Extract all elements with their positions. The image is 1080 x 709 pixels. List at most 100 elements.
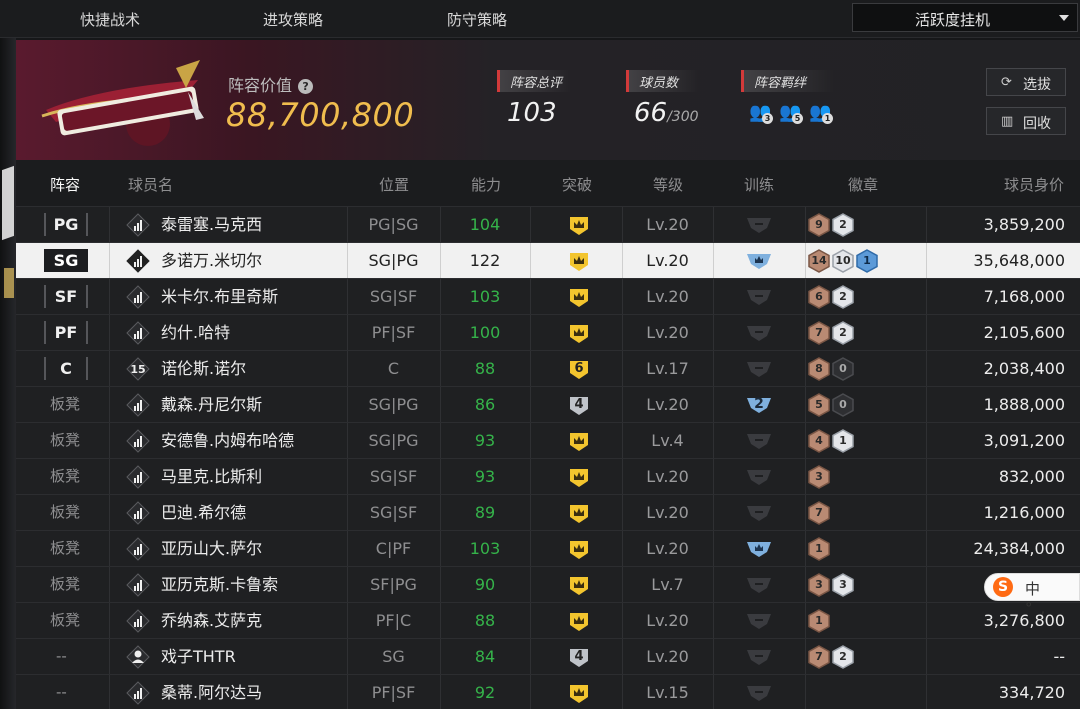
badge-bronze[interactable]: 1 [808, 537, 830, 561]
col-badges[interactable]: 徽章 [848, 174, 878, 195]
col-level[interactable]: 等级 [653, 174, 683, 195]
table-row[interactable]: C 15 诺伦斯.诺尔 C 88 6 Lv.17 8 0 2,038,400 [16, 350, 1080, 386]
player-name[interactable]: 米卡尔.布里奇斯 [161, 279, 278, 314]
column-divider [926, 567, 927, 602]
player-level: Lv.4 [651, 431, 684, 450]
table-row[interactable]: 板凳 戴森.丹尼尔斯 SG|PG 86 4 Lv.20 2 5 0 1,888,000 [16, 386, 1080, 422]
badge-bronze[interactable]: 14 [808, 249, 830, 273]
player-name[interactable]: 桑蒂.阿尔达马 [161, 675, 262, 709]
column-divider [109, 639, 110, 674]
badge-bronze[interactable]: 5 [808, 393, 830, 417]
badge-dark[interactable]: 0 [832, 357, 854, 381]
stats-bars-icon [126, 393, 150, 417]
table-row[interactable]: 板凳 安德鲁.内姆布哈德 SG|PG 93 Lv.4 4 1 3,091,200 [16, 422, 1080, 458]
player-name[interactable]: 亚历山大.萨尔 [161, 531, 262, 566]
col-lineup[interactable]: 阵容 [50, 174, 80, 195]
bond-icon-gold[interactable]: 👥 1 [809, 102, 835, 124]
activity-dropdown[interactable]: 活跃度挂机 [852, 3, 1078, 32]
table-row[interactable]: -- 桑蒂.阿尔达马 PF|SF 92 Lv.15 334,720 [16, 674, 1080, 709]
column-divider [530, 423, 531, 458]
tab-defense-strategy[interactable]: 防守策略 [447, 9, 507, 30]
player-ability: 93 [474, 467, 496, 486]
table-row[interactable]: PG 泰雷塞.马克西 PG|SG 104 Lv.20 9 2 3,859,200 [16, 206, 1080, 242]
badge-silver[interactable]: 2 [832, 321, 854, 345]
column-divider [805, 279, 806, 314]
badge-list: 50 [808, 393, 854, 417]
player-name[interactable]: 安德鲁.内姆布哈德 [161, 423, 294, 458]
table-row[interactable]: -- 戏子THTR SG 84 4 Lv.20 7 2 -- [16, 638, 1080, 674]
player-position: C [387, 359, 400, 378]
table-row[interactable]: 板凳 乔纳森.艾萨克 PF|C 88 Lv.20 1 3,276,800 [16, 602, 1080, 638]
badge-silver[interactable]: 2 [832, 645, 854, 669]
tab-quick-tactics[interactable]: 快捷战术 [80, 9, 140, 30]
player-name[interactable]: 诺伦斯.诺尔 [161, 351, 246, 386]
badge-silver[interactable]: 2 [832, 213, 854, 237]
crown-icon [570, 685, 588, 703]
badge-bronze[interactable]: 7 [808, 501, 830, 525]
table-row[interactable]: 板凳 亚历克斯.卡鲁索 SF|PG 90 Lv.7 3 3 [16, 566, 1080, 602]
player-name[interactable]: 约什.哈特 [161, 315, 230, 350]
badge-bronze[interactable]: 9 [808, 213, 830, 237]
bond-icon-bronze[interactable]: 👥 3 [749, 102, 775, 124]
player-position: SG|PG [368, 395, 419, 414]
col-breakthrough[interactable]: 突破 [562, 174, 592, 195]
column-divider [109, 243, 110, 278]
col-ability[interactable]: 能力 [471, 174, 501, 195]
jersey-stripe [2, 165, 14, 241]
player-name[interactable]: 巴迪.希尔德 [161, 495, 246, 530]
tab-offense-strategy[interactable]: 进攻策略 [263, 9, 323, 30]
player-name[interactable]: 戴森.丹尼尔斯 [161, 387, 262, 422]
table-row[interactable]: SG 多诺万.米切尔 SG|PG 122 Lv.20 14 10 1 35,648,000 [16, 242, 1080, 278]
ime-toolbar[interactable]: S 中 °, [984, 573, 1080, 617]
badge-bronze[interactable]: 8 [808, 357, 830, 381]
draft-button[interactable]: ⟳ 选拔 [986, 68, 1066, 96]
player-name[interactable]: 多诺万.米切尔 [161, 243, 262, 278]
badge-bronze[interactable]: 1 [808, 609, 830, 633]
overall-label: 阵容总评 [497, 70, 573, 92]
bench-label: 板凳 [50, 503, 81, 521]
badge-bronze[interactable]: 6 [808, 285, 830, 309]
players-count: 66/300 [634, 98, 699, 128]
badge-dark[interactable]: 0 [832, 393, 854, 417]
table-row[interactable]: 板凳 亚历山大.萨尔 C|PF 103 Lv.20 1 24,384,000 [16, 530, 1080, 566]
stats-bars-icon [126, 537, 150, 561]
table-row[interactable]: SF 米卡尔.布里奇斯 SG|SF 103 Lv.20 6 2 7,168,000 [16, 278, 1080, 314]
badge-bronze[interactable]: 7 [808, 645, 830, 669]
col-position[interactable]: 位置 [379, 174, 409, 195]
badge-silver[interactable]: 3 [832, 573, 854, 597]
player-name[interactable]: 亚历克斯.卡鲁索 [161, 567, 278, 602]
lineup-header: 阵容价值? 88,700,800 阵容总评 103 球员数 66/300 阵容羁… [16, 40, 1080, 160]
training-empty-icon [747, 686, 771, 701]
column-divider [926, 387, 927, 422]
player-ability: 103 [469, 287, 501, 306]
badge-bronze[interactable]: 7 [808, 321, 830, 345]
crown-icon [570, 577, 588, 595]
badge-silver[interactable]: 10 [832, 249, 854, 273]
badge-silver[interactable]: 2 [832, 285, 854, 309]
player-name[interactable]: 泰雷塞.马克西 [161, 207, 262, 242]
player-name[interactable]: 马里克.比斯利 [161, 459, 262, 494]
col-player-name[interactable]: 球员名 [128, 174, 173, 195]
column-divider [530, 603, 531, 638]
recycle-button[interactable]: ▥ 回收 [986, 107, 1066, 135]
col-training[interactable]: 训练 [744, 174, 774, 195]
player-position: PG|SG [368, 215, 419, 234]
table-row[interactable]: PF 约什.哈特 PF|SF 100 Lv.20 7 2 2,105,600 [16, 314, 1080, 350]
table-row[interactable]: 板凳 马里克.比斯利 SG|SF 93 Lv.20 3 832,000 [16, 458, 1080, 494]
column-divider [713, 603, 714, 638]
table-row[interactable]: 板凳 巴迪.希尔德 SG|SF 89 Lv.20 7 1,216,000 [16, 494, 1080, 530]
badge-bronze[interactable]: 4 [808, 429, 830, 453]
training-crown-icon [747, 254, 771, 269]
badge-silver[interactable]: 1 [832, 429, 854, 453]
player-name[interactable]: 乔纳森.艾萨克 [161, 603, 262, 638]
badge-list: 72 [808, 645, 854, 669]
badge-bronze[interactable]: 3 [808, 465, 830, 489]
col-player-value[interactable]: 球员身价 [1004, 174, 1064, 195]
bond-icon-silver[interactable]: 👥 5 [779, 102, 805, 124]
badge-bronze[interactable]: 3 [808, 573, 830, 597]
badge-blue[interactable]: 1 [856, 249, 878, 273]
player-level: Lv.20 [646, 251, 689, 270]
column-divider [530, 531, 531, 566]
help-icon[interactable]: ? [298, 79, 314, 94]
player-name[interactable]: 戏子THTR [161, 639, 236, 674]
